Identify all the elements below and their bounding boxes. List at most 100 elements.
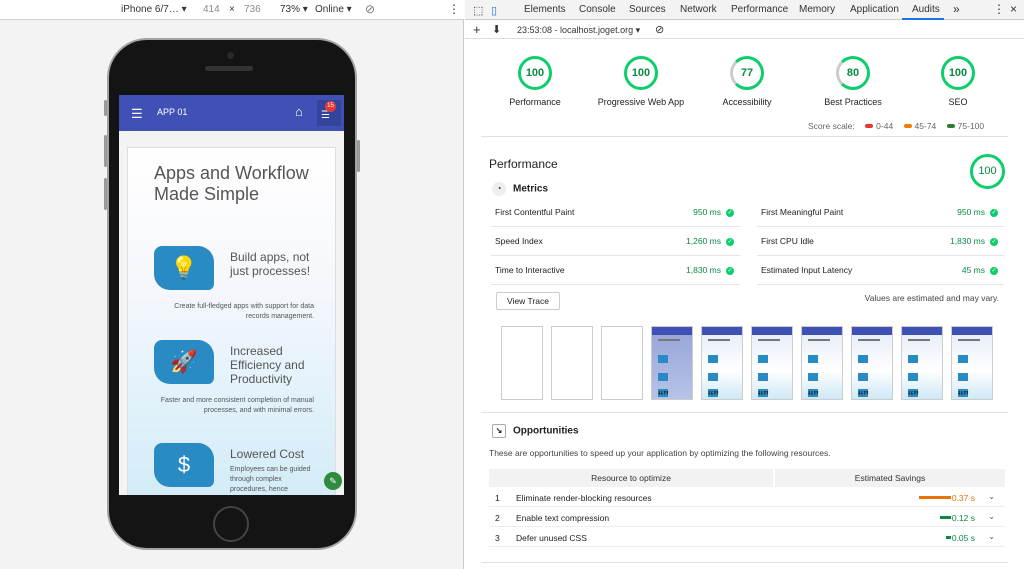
metric-value-text: 45 ms (961, 265, 985, 275)
tab-sources[interactable]: Sources (629, 4, 666, 15)
score-gauge: 100 (518, 56, 552, 90)
filmstrip-frame (551, 326, 593, 400)
pass-check-icon: ✓ (990, 208, 998, 217)
category-seo[interactable]: 100 SEO (903, 56, 1013, 107)
category-label: SEO (948, 97, 968, 107)
metric-value-text: 1,260 ms (686, 236, 721, 246)
network-throttle-select[interactable]: Online ▾ (315, 4, 352, 15)
more-tabs-button[interactable]: » (953, 2, 960, 16)
category-pwa[interactable]: 100 Progressive Web App (586, 56, 696, 107)
score-scale-label: Score scale: (808, 121, 855, 131)
metric-name: Time to Interactive (495, 265, 565, 275)
feature-title: Build apps, not just processes! (230, 250, 311, 278)
tab-audits[interactable]: Audits (912, 4, 940, 15)
expand-chevron-icon[interactable]: ⌄ (988, 492, 995, 501)
category-label: Progressive Web App (597, 97, 685, 107)
savings-bar (946, 536, 951, 539)
opportunity-row[interactable]: 1 Eliminate render-blocking resources 0.… (489, 487, 1005, 507)
content-card: Apps and Workflow Made Simple 💡 Build ap… (127, 147, 336, 495)
filmstrip-frame (901, 326, 943, 400)
opportunity-row[interactable]: 2 Enable text compression 0.12 s ⌄ (489, 507, 1005, 527)
expand-chevron-icon[interactable]: ⌄ (988, 532, 995, 541)
metric-value: 950 ms ✓ (957, 207, 998, 217)
new-audit-icon[interactable]: + (473, 22, 481, 37)
pass-check-icon: ✓ (990, 266, 998, 275)
opportunities-header: ↘ Opportunities (492, 424, 579, 438)
hamburger-menu-icon[interactable]: ☰ (131, 106, 143, 122)
opportunities-description: These are opportunities to speed up your… (489, 448, 831, 458)
height-input[interactable]: 736 (244, 4, 261, 15)
filmstrip-frame (501, 326, 543, 400)
active-tab-indicator (902, 18, 944, 20)
edit-fab[interactable]: ✎ (324, 472, 342, 490)
opportunity-icon: ↘ (492, 424, 506, 438)
device-more-icon[interactable]: ⋮ (448, 2, 460, 16)
score-gauge: 100 (941, 56, 975, 90)
category-label: Performance (509, 97, 561, 107)
metric-value: 45 ms ✓ (962, 265, 998, 275)
width-input[interactable]: 414 (203, 4, 220, 15)
metric-name: First CPU Idle (761, 236, 814, 246)
pass-check-icon: ✓ (726, 266, 734, 275)
divider (481, 562, 1008, 563)
metric-value-text: 1,830 ms (686, 265, 721, 275)
tab-console[interactable]: Console (579, 4, 616, 15)
performance-section-title: Performance (489, 157, 558, 171)
filmstrip-frame (601, 326, 643, 400)
phone-speaker (205, 66, 253, 71)
feature-description: Faster and more consistent completion of… (160, 397, 314, 414)
scale-average-swatch (903, 124, 912, 129)
opportunity-row[interactable]: 3 Defer unused CSS 0.05 s ⌄ (489, 527, 1005, 547)
row-index: 2 (495, 513, 500, 523)
metric-value: 1,830 ms ✓ (686, 265, 734, 275)
category-accessibility[interactable]: 77 Accessibility (692, 56, 802, 107)
tab-network[interactable]: Network (680, 4, 717, 15)
device-name: iPhone 6/7… (121, 4, 179, 15)
category-label: Accessibility (722, 97, 772, 107)
audit-report-select[interactable]: 23:53:08 - localhost.joget.org ▾ (517, 25, 640, 36)
metric-value-text: 950 ms (957, 207, 985, 217)
audit-report-label: 23:53:08 - localhost.joget.org (517, 25, 634, 35)
device-emulation-pane: iPhone 6/7… ▾ 414 × 736 73% ▾ Online ▾ ⊘… (0, 0, 464, 569)
category-best-practices[interactable]: 80 Best Practices (798, 56, 908, 107)
expand-chevron-icon[interactable]: ⌄ (988, 512, 995, 521)
feature-title: Lowered Cost (230, 447, 305, 461)
close-devtools-icon[interactable]: × (1010, 2, 1017, 16)
tab-memory[interactable]: Memory (799, 4, 835, 15)
opportunity-name: Defer unused CSS (516, 533, 587, 543)
category-label: Best Practices (824, 97, 882, 107)
device-toggle-icon[interactable]: ▯ (491, 4, 497, 17)
app-title: APP 01 (157, 107, 188, 117)
metrics-title: Metrics (513, 183, 549, 195)
filmstrip-frame (801, 326, 843, 400)
devtools-menu-icon[interactable]: ⋮ (993, 2, 1005, 16)
metric-first-contentful-paint: First Contentful Paint 950 ms ✓ (491, 199, 740, 227)
view-trace-button[interactable]: View Trace (496, 292, 560, 310)
filmstrip-frame (751, 326, 793, 400)
row-index: 1 (495, 493, 500, 503)
app-bar: ☰ APP 01 ⌂ ☰ 15 (119, 95, 344, 131)
tab-application[interactable]: Application (850, 4, 899, 15)
savings-value: 0.37 s (951, 493, 975, 503)
column-resource: Resource to optimize (489, 469, 773, 487)
rotate-icon[interactable]: ⊘ (365, 2, 375, 16)
dollar-scissors-icon: $ (154, 443, 214, 487)
download-report-icon[interactable]: ⬇ (492, 23, 501, 36)
zoom-select[interactable]: 73% ▾ (280, 4, 308, 15)
scale-fail-range: 0-44 (876, 121, 894, 131)
inspect-icon[interactable]: ⬚ (473, 4, 483, 17)
divider (481, 412, 1008, 413)
phone-volume-down (104, 178, 107, 210)
tab-performance[interactable]: Performance (731, 4, 788, 15)
home-icon[interactable]: ⌂ (295, 104, 303, 119)
score-gauge: 80 (836, 56, 870, 90)
category-performance[interactable]: 100 Performance (480, 56, 590, 107)
device-select[interactable]: iPhone 6/7… ▾ (121, 4, 187, 15)
feature-title: Increased Efficiency and Productivity (230, 344, 305, 386)
clear-audits-icon[interactable]: ⊘ (655, 23, 664, 36)
tab-elements[interactable]: Elements (524, 4, 566, 15)
feature-description: Create full-fledged apps with support fo… (174, 303, 314, 320)
performance-score-gauge: 100 (970, 154, 1005, 189)
hero-heading: Apps and Workflow Made Simple (154, 163, 309, 204)
savings-value: 0.05 s (951, 533, 975, 543)
